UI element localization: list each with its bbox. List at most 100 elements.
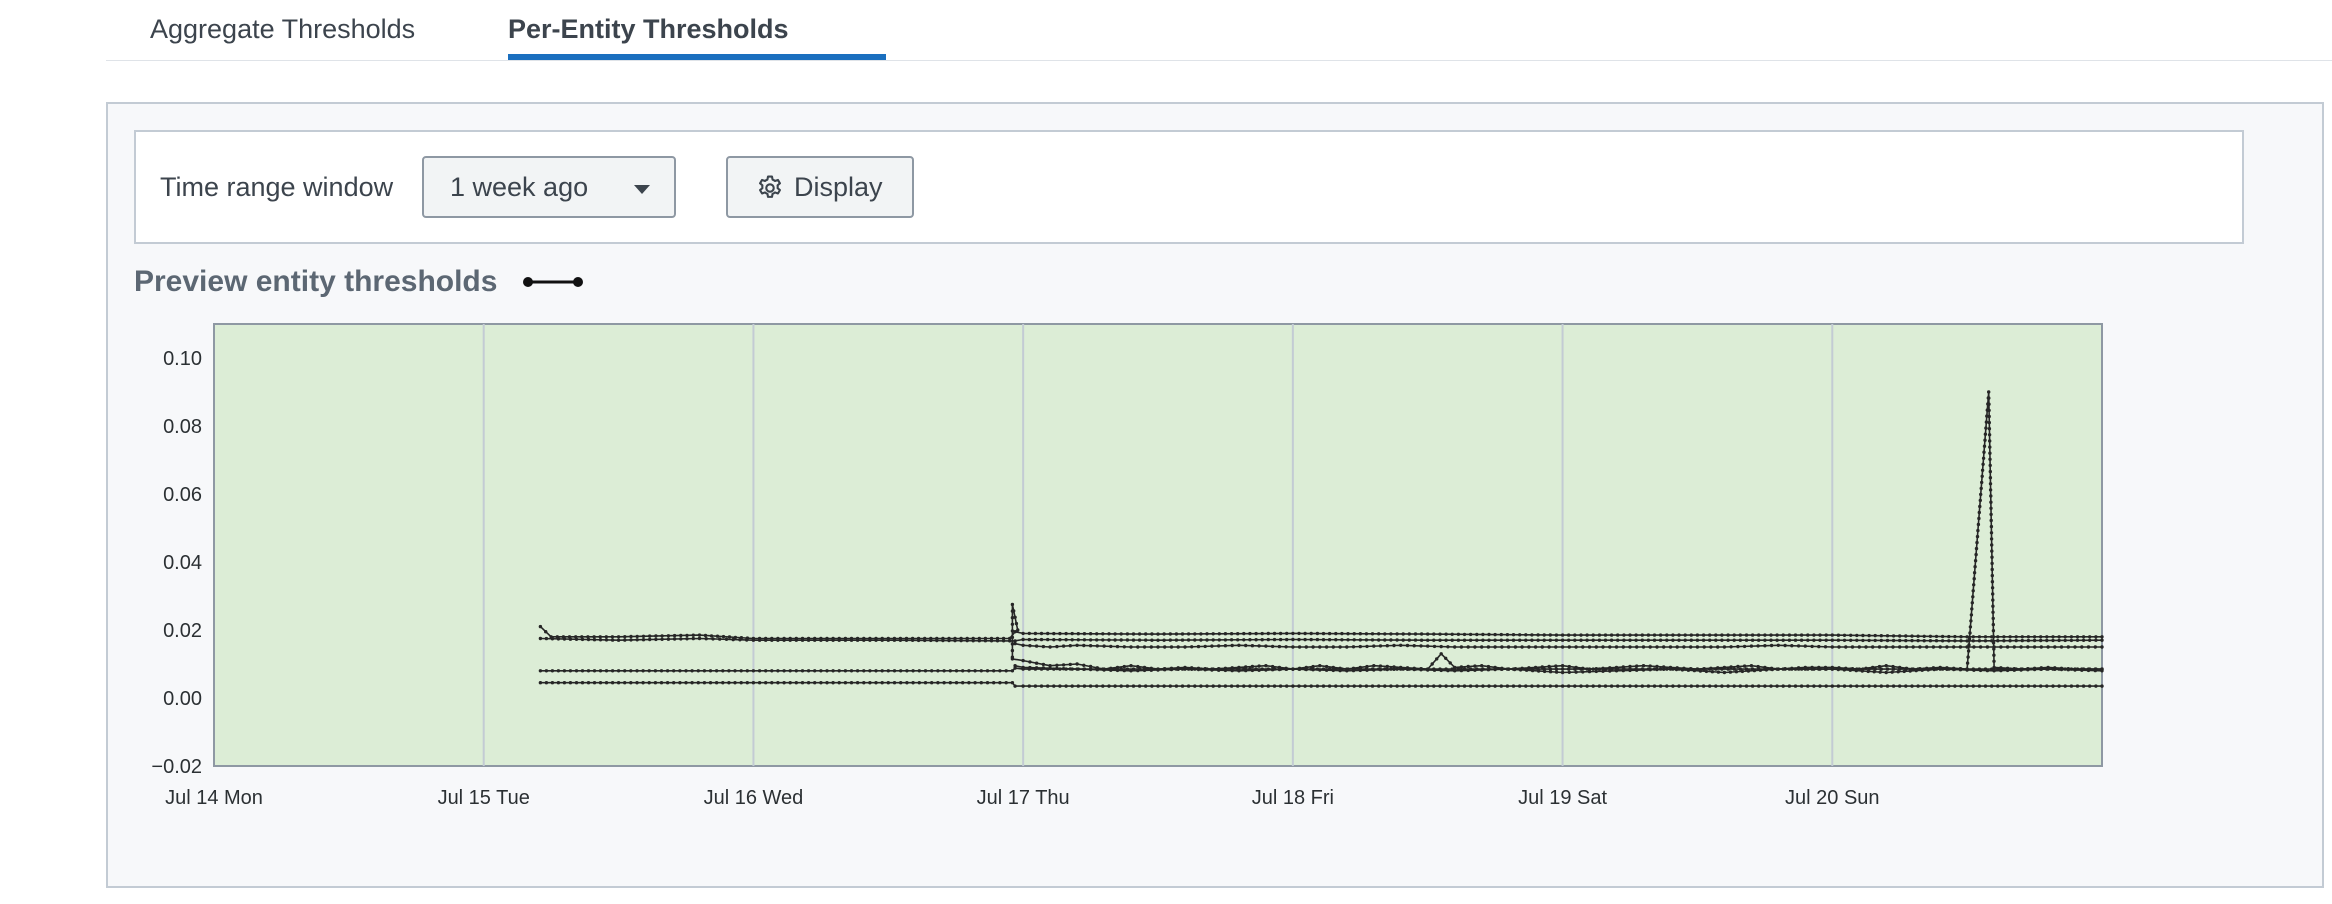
series-point xyxy=(757,638,762,642)
series-point xyxy=(2026,684,2031,688)
series-point xyxy=(647,681,651,685)
series-point xyxy=(1010,648,1015,653)
series-point xyxy=(1720,667,1724,671)
series-point xyxy=(1058,631,1062,636)
series-point xyxy=(1898,638,1902,643)
series-point xyxy=(1990,573,1995,578)
series-point xyxy=(1068,644,1072,648)
series-point xyxy=(961,669,965,673)
series-point xyxy=(967,681,971,685)
series-point xyxy=(1505,684,1510,688)
series-point xyxy=(1205,684,1209,688)
series-point xyxy=(1432,632,1436,636)
series-point xyxy=(1877,645,1882,649)
series-point xyxy=(770,669,774,673)
series-point xyxy=(1573,638,1577,642)
series-point xyxy=(1351,645,1356,649)
series-point xyxy=(1628,645,1632,649)
series-point xyxy=(819,669,823,673)
series-point xyxy=(2051,667,2055,671)
series-point xyxy=(1244,643,1248,648)
series-point xyxy=(1991,592,1995,596)
series-point xyxy=(1959,684,1963,688)
series-point xyxy=(1518,633,1522,637)
series-point xyxy=(1548,667,1553,671)
series-point xyxy=(1250,664,1255,669)
series-point xyxy=(1095,638,1099,642)
tab-aggregate-thresholds[interactable]: Aggregate Thresholds xyxy=(150,12,415,46)
series-point xyxy=(616,681,621,685)
series-point xyxy=(665,669,670,673)
series-point xyxy=(1536,684,1540,688)
series-point xyxy=(1885,667,1890,671)
series-point xyxy=(1989,512,1993,517)
series-point xyxy=(1193,667,1197,671)
series-point xyxy=(2069,638,2074,643)
series-point xyxy=(1977,667,1982,671)
series-point xyxy=(1444,656,1448,660)
series-point xyxy=(708,669,713,673)
series-point xyxy=(1481,684,1485,688)
series-point xyxy=(1990,667,1994,671)
series-point xyxy=(1199,684,1203,688)
series-point xyxy=(1401,684,1405,688)
series-point xyxy=(623,669,627,673)
series-point xyxy=(1609,684,1614,688)
series-point xyxy=(1585,667,1589,671)
series-point xyxy=(1048,645,1052,649)
series-point xyxy=(1364,684,1369,688)
series-point xyxy=(1082,663,1086,667)
series-point xyxy=(1315,667,1320,671)
series-point xyxy=(1264,644,1268,648)
series-point xyxy=(2014,667,2018,671)
x-tick-label: Jul 14 Mon xyxy=(165,787,263,809)
series-point xyxy=(1824,638,1828,642)
series-point xyxy=(679,633,683,638)
series-point xyxy=(1027,684,1031,688)
series-point xyxy=(1217,638,1222,642)
series-point xyxy=(1953,639,1957,643)
series-point xyxy=(1587,669,1592,674)
series-point xyxy=(1732,684,1736,688)
series-point xyxy=(1989,500,1993,504)
series-point xyxy=(1203,644,1207,649)
series-point xyxy=(1749,644,1754,648)
series-point xyxy=(1855,684,1859,688)
series-point xyxy=(825,638,829,642)
series-point xyxy=(1836,633,1841,637)
series-point xyxy=(1975,534,1980,539)
series-point xyxy=(862,669,866,673)
series-point xyxy=(1493,638,1497,642)
series-point xyxy=(1655,664,1659,669)
series-point xyxy=(721,634,726,639)
series-point xyxy=(1327,638,1332,642)
series-point xyxy=(1910,634,1914,638)
series-point xyxy=(1658,667,1663,671)
series-point xyxy=(647,669,651,673)
series-point xyxy=(855,681,860,685)
series-point xyxy=(1812,684,1816,688)
series-point xyxy=(1991,598,1995,602)
series-point xyxy=(1456,684,1461,688)
series-point xyxy=(1910,667,1914,671)
series-point xyxy=(1511,684,1516,688)
series-point xyxy=(1487,632,1491,637)
series-point xyxy=(2088,635,2092,639)
series-point xyxy=(1940,639,1945,643)
series-point xyxy=(1959,635,1963,639)
series-point xyxy=(1070,631,1074,636)
series-point xyxy=(1677,667,1681,671)
series-point xyxy=(1971,635,1976,639)
series-point xyxy=(757,669,762,673)
series-point xyxy=(1977,684,1982,688)
series-point xyxy=(1560,633,1565,637)
series-point xyxy=(659,681,664,685)
tab-per-entity-thresholds[interactable]: Per-Entity Thresholds xyxy=(508,12,789,46)
series-point xyxy=(1370,632,1375,636)
series-point xyxy=(1799,684,1804,688)
series-point xyxy=(1585,633,1589,637)
series-point xyxy=(1959,667,1963,671)
series-point xyxy=(1830,667,1835,671)
series-point xyxy=(2094,635,2098,639)
series-point xyxy=(1315,631,1320,636)
